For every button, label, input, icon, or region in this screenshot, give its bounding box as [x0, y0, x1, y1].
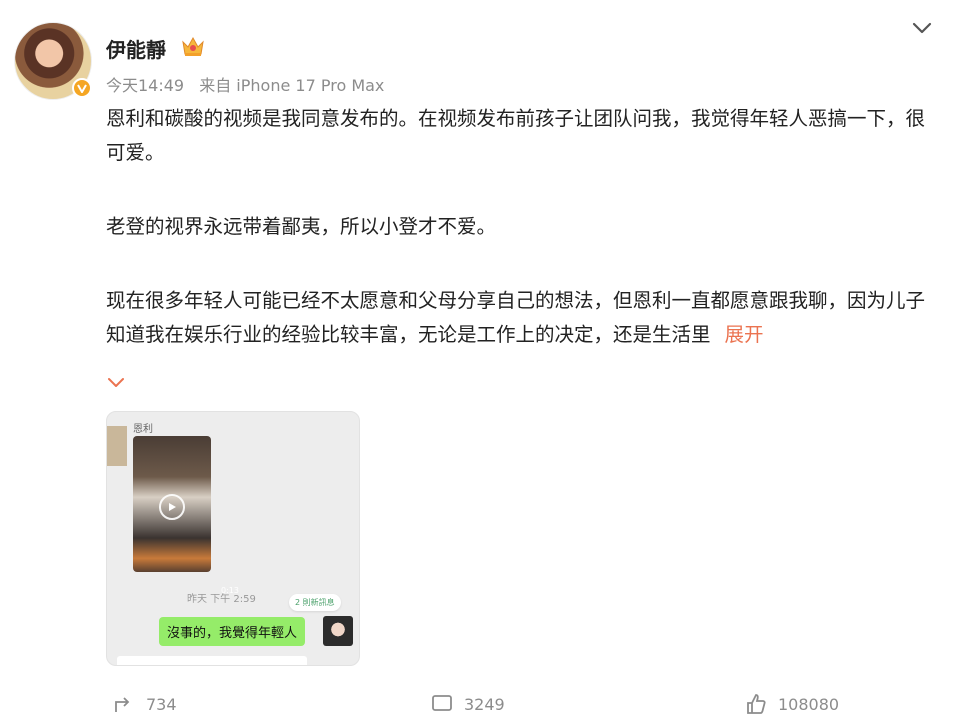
avatar[interactable]	[14, 22, 92, 100]
author-name[interactable]: 伊能靜	[106, 34, 166, 63]
post-meta: 今天14:49 来自 iPhone 17 Pro Max	[106, 72, 384, 96]
post-paragraph: 老登的视界永远带着鄙夷，所以小登才不爱。	[106, 215, 497, 238]
play-icon	[159, 494, 185, 520]
post-paragraph: 现在很多年轻人可能已经不太愿意和父母分享自己的想法，但恩利一直都愿意跟我聊，因为…	[106, 284, 926, 352]
chat-time: 昨天 下午 2:59	[187, 594, 256, 605]
comment-count: 3249	[464, 694, 505, 714]
like-button[interactable]: 108080	[744, 692, 839, 716]
comment-icon	[432, 695, 452, 711]
chat-input-bar	[117, 656, 307, 665]
verified-v-icon	[72, 78, 92, 98]
post-paragraph-text: 现在很多年轻人可能已经不太愿意和父母分享自己的想法，但恩利一直都愿意跟我聊，因为…	[106, 289, 926, 346]
repost-count: 734	[146, 694, 177, 714]
post-time: 今天14:49	[106, 76, 185, 95]
chevron-down-icon[interactable]	[910, 16, 934, 40]
expand-chevron-icon[interactable]	[106, 376, 126, 390]
chat-avatar	[107, 426, 127, 466]
repost-button[interactable]: 734	[112, 692, 177, 716]
post-source: 来自 iPhone 17 Pro Max	[199, 76, 385, 95]
post-paragraph: 恩利和碳酸的视频是我同意发布的。在视频发布前孩子让团队问我，我觉得年轻人恶搞一下…	[106, 107, 926, 164]
post-content: 恩利和碳酸的视频是我同意发布的。在视频发布前孩子让团队问我，我觉得年轻人恶搞一下…	[106, 102, 926, 352]
repost-icon	[115, 697, 130, 712]
like-count: 108080	[778, 694, 840, 714]
action-bar: 734 3249 108080	[0, 692, 960, 722]
chat-name: 恩利	[133, 424, 153, 435]
expand-link[interactable]: 展开	[725, 323, 764, 346]
like-icon	[747, 694, 766, 714]
new-messages-pill: 2 則新訊息	[289, 594, 341, 611]
post-image[interactable]: 恩利 0:13 昨天 下午 2:59 2 則新訊息 沒事的，我覺得年輕人	[106, 411, 360, 666]
chat-bubble: 沒事的，我覺得年輕人	[159, 617, 306, 646]
chat-avatar	[323, 616, 353, 646]
crown-icon	[182, 36, 204, 56]
comment-button[interactable]: 3249	[430, 692, 505, 716]
